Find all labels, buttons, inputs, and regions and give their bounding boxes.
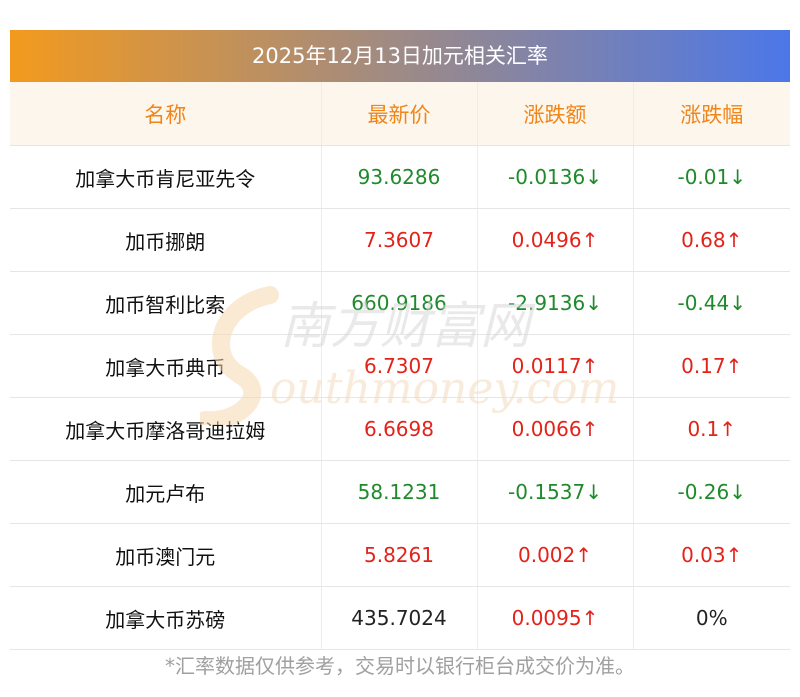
- table-row: 加拿大币摩洛哥迪拉姆 6.6698 0.0066↑ 0.1↑: [10, 397, 790, 461]
- cell-change: 0.0066↑: [477, 397, 634, 461]
- cell-price: 7.3607: [321, 208, 478, 272]
- page-title: 2025年12月13日加元相关汇率: [10, 30, 790, 82]
- cell-price: 93.6286: [321, 145, 478, 209]
- table-row: 加币挪朗 7.3607 0.0496↑ 0.68↑: [10, 208, 790, 272]
- cell-change: -0.0136↓: [477, 145, 634, 209]
- cell-change: 0.0496↑: [477, 208, 634, 272]
- cell-change: 0.0117↑: [477, 334, 634, 398]
- header-percent: 涨跌幅: [633, 82, 790, 146]
- table-row: 加拿大币苏磅 435.7024 0.0095↑ 0%: [10, 586, 790, 650]
- cell-price: 6.7307: [321, 334, 478, 398]
- table-row: 加币澳门元 5.8261 0.002↑ 0.03↑: [10, 523, 790, 587]
- cell-name: 加币澳门元: [10, 523, 322, 587]
- table-row: 加币智利比索 660.9186 -2.9136↓ -0.44↓: [10, 271, 790, 335]
- cell-name: 加拿大币苏磅: [10, 586, 322, 650]
- disclaimer-footnote: *汇率数据仅供参考，交易时以银行柜台成交价为准。: [165, 654, 635, 678]
- cell-percent: 0.68↑: [633, 208, 790, 272]
- cell-percent: -0.44↓: [633, 271, 790, 335]
- cell-change: 0.0095↑: [477, 586, 634, 650]
- cell-name: 加币智利比索: [10, 271, 322, 335]
- cell-name: 加币挪朗: [10, 208, 322, 272]
- table-header-row: 名称 最新价 涨跌额 涨跌幅: [10, 82, 790, 146]
- header-price: 最新价: [321, 82, 478, 146]
- cell-change: -2.9136↓: [477, 271, 634, 335]
- table-row: 加拿大币典币 6.7307 0.0117↑ 0.17↑: [10, 334, 790, 398]
- cell-change: 0.002↑: [477, 523, 634, 587]
- cell-price: 435.7024: [321, 586, 478, 650]
- cell-name: 加拿大币摩洛哥迪拉姆: [10, 397, 322, 461]
- header-name: 名称: [10, 82, 322, 146]
- table-row: 加元卢布 58.1231 -0.1537↓ -0.26↓: [10, 460, 790, 524]
- cell-change: -0.1537↓: [477, 460, 634, 524]
- rates-table: 名称 最新价 涨跌额 涨跌幅 加拿大币肯尼亚先令 93.6286 -0.0136…: [10, 82, 790, 650]
- cell-percent: -0.01↓: [633, 145, 790, 209]
- cell-price: 58.1231: [321, 460, 478, 524]
- rate-card: 2025年12月13日加元相关汇率 名称 最新价 涨跌额 涨跌幅 加拿大币肯尼亚…: [10, 30, 790, 650]
- cell-percent: 0.1↑: [633, 397, 790, 461]
- cell-percent: 0%: [633, 586, 790, 650]
- cell-name: 加元卢布: [10, 460, 322, 524]
- cell-price: 5.8261: [321, 523, 478, 587]
- table-row: 加拿大币肯尼亚先令 93.6286 -0.0136↓ -0.01↓: [10, 145, 790, 209]
- cell-price: 660.9186: [321, 271, 478, 335]
- cell-price: 6.6698: [321, 397, 478, 461]
- header-change: 涨跌额: [477, 82, 634, 146]
- cell-name: 加拿大币肯尼亚先令: [10, 145, 322, 209]
- cell-percent: -0.26↓: [633, 460, 790, 524]
- cell-name: 加拿大币典币: [10, 334, 322, 398]
- cell-percent: 0.17↑: [633, 334, 790, 398]
- cell-percent: 0.03↑: [633, 523, 790, 587]
